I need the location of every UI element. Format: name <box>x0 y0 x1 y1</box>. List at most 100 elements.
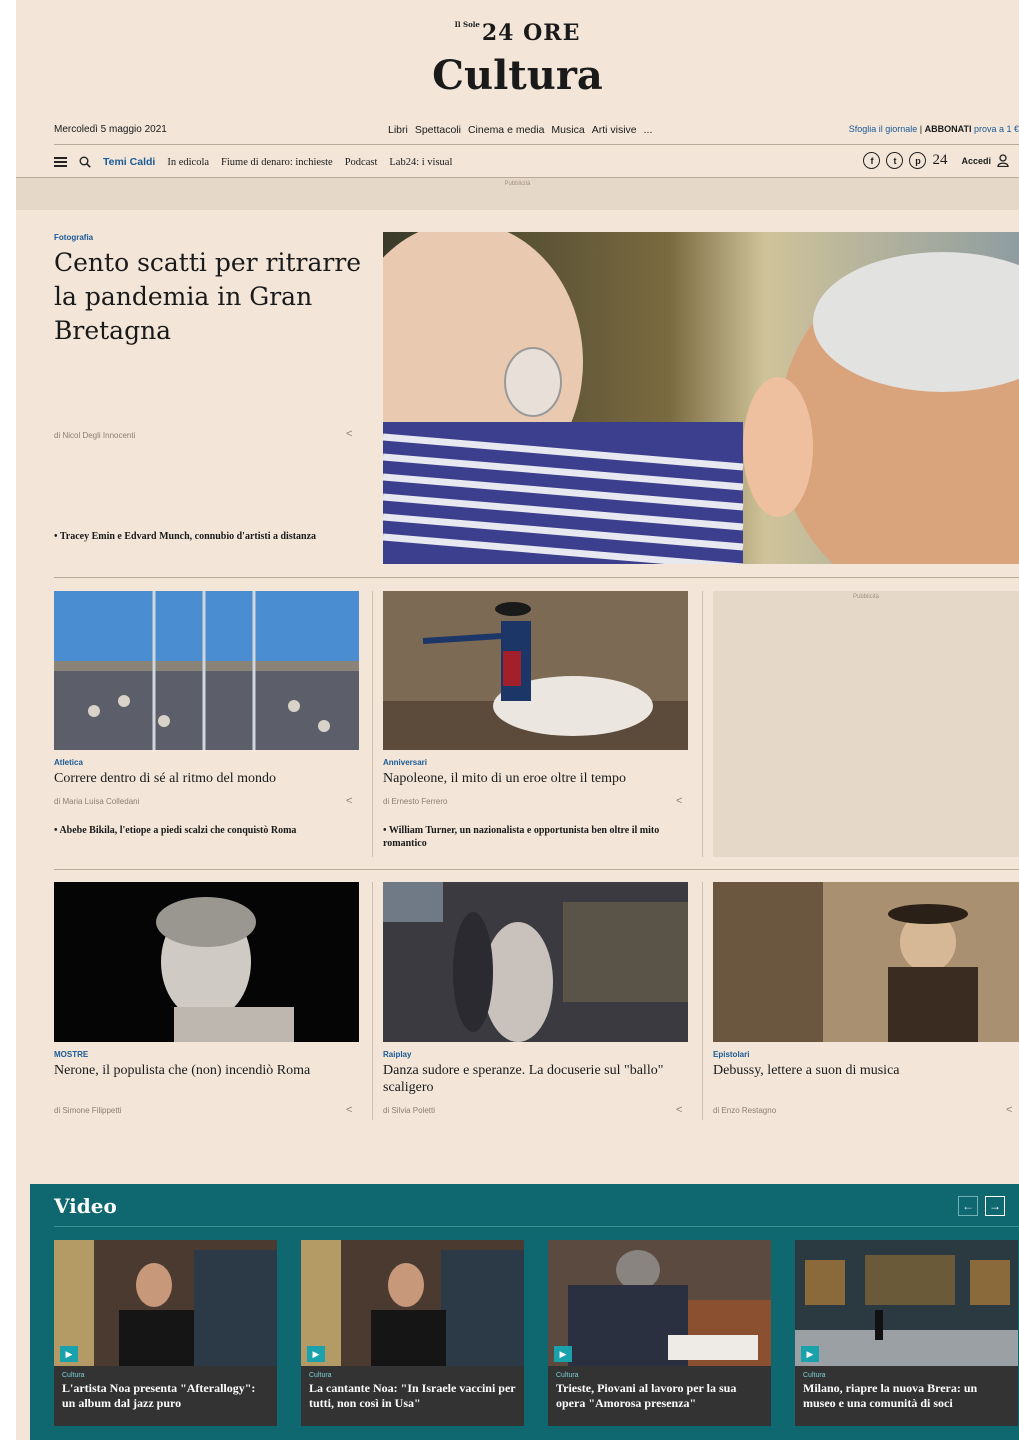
video-title[interactable]: L'artista Noa presenta "Afterallogy": un… <box>62 1381 269 1411</box>
login-link[interactable]: Accedi <box>961 156 991 166</box>
hero-author[interactable]: di Nicol Degli Innocenti <box>54 431 135 440</box>
top-nav: Libri Spettacoli Cinema e media Musica A… <box>388 124 652 136</box>
sub-nav-item-lab24[interactable]: Lab24: i visual <box>389 157 452 168</box>
video-title[interactable]: Trieste, Piovani al lavoro per la sua op… <box>556 1381 763 1411</box>
video-card[interactable]: ▶ Cultura La cantante Noa: "In Israele v… <box>301 1240 524 1426</box>
video-card[interactable]: ▶ Cultura Milano, riapre la nuova Brera:… <box>795 1240 1018 1426</box>
card-title[interactable]: Danza sudore e speranze. La docuserie su… <box>383 1062 683 1096</box>
video-heading: Video <box>54 1194 117 1218</box>
share-icon[interactable]: < <box>346 428 352 440</box>
video-thumbnail[interactable]: ▶ <box>548 1240 771 1366</box>
top-nav-item-libri[interactable]: Libri <box>388 124 408 136</box>
divider <box>54 1226 1019 1227</box>
card-title[interactable]: Nerone, il populista che (non) incendiò … <box>54 1062 364 1079</box>
divider <box>54 869 1019 870</box>
podcast-icon[interactable]: p <box>909 152 927 169</box>
card-author[interactable]: di Ernesto Ferrero <box>383 797 447 806</box>
video-thumbnail[interactable]: ▶ <box>795 1240 1018 1366</box>
video-tag: Cultura <box>556 1372 579 1379</box>
user-icon[interactable] <box>997 154 1009 167</box>
video-text: Cultura Trieste, Piovani al lavoro per l… <box>548 1366 771 1426</box>
subscribe-offer[interactable]: prova a 1 € <box>974 124 1019 134</box>
card-author[interactable]: di Silvia Poletti <box>383 1106 435 1115</box>
search-icon[interactable] <box>79 156 91 168</box>
card-author[interactable]: di Enzo Restagno <box>713 1106 776 1115</box>
share-icon[interactable]: < <box>676 1104 682 1116</box>
card-image-danza[interactable] <box>383 882 688 1042</box>
card-image-napoleone[interactable] <box>383 591 688 750</box>
card-tag[interactable]: Anniversari <box>383 758 427 767</box>
video-title[interactable]: Milano, riapre la nuova Brera: un museo … <box>803 1381 1010 1411</box>
divider <box>54 577 1019 578</box>
top-right-links: Sfoglia il giornale | ABBONATI prova a 1… <box>849 124 1019 134</box>
card-image-atletica[interactable] <box>54 591 359 750</box>
card-tag[interactable]: Raiplay <box>383 1050 411 1059</box>
divider <box>54 144 1019 145</box>
hero-tag[interactable]: Fotografia <box>54 233 93 242</box>
card-title[interactable]: Napoleone, il mito di un eroe oltre il t… <box>383 770 693 787</box>
top-nav-item-arti[interactable]: Arti visive <box>592 124 637 136</box>
page: Il Sole24 ORE Cultura Mercoledì 5 maggio… <box>16 0 1019 1440</box>
hero-related-link[interactable]: • Tracey Emin e Edvard Munch, connubio d… <box>54 530 354 543</box>
hero-related-text: Tracey Emin e Edvard Munch, connubio d'a… <box>59 531 317 542</box>
hot-topics-link[interactable]: Temi Caldi <box>103 156 155 168</box>
video-card[interactable]: ▶ Cultura L'artista Noa presenta "Aftera… <box>54 1240 277 1426</box>
card-image-nerone[interactable] <box>54 882 359 1042</box>
play-icon[interactable]: ▶ <box>307 1346 325 1362</box>
ad-box: Pubblicità <box>713 591 1019 857</box>
top-nav-item-musica[interactable]: Musica <box>551 124 584 136</box>
hero-image[interactable] <box>383 232 1019 564</box>
video-text: Cultura La cantante Noa: "In Israele vac… <box>301 1366 524 1426</box>
social-bar: f t p 24 Accedi <box>863 152 1009 169</box>
video-thumbnail[interactable]: ▶ <box>301 1240 524 1366</box>
section-title[interactable]: Cultura <box>16 52 1019 99</box>
share-icon[interactable]: < <box>676 795 682 807</box>
play-icon[interactable]: ▶ <box>60 1346 78 1362</box>
video-section: Video ← → ▶ Cultura L'artista Noa presen… <box>30 1184 1019 1440</box>
video-title[interactable]: La cantante Noa: "In Israele vaccini per… <box>309 1381 516 1411</box>
video-text: Cultura Milano, riapre la nuova Brera: u… <box>795 1366 1018 1426</box>
card-title[interactable]: Correre dentro di sé al ritmo del mondo <box>54 770 364 787</box>
facebook-icon[interactable]: f <box>863 152 881 169</box>
card-tag[interactable]: Atletica <box>54 758 83 767</box>
card-related-text: Abebe Bikila, l'etiope a piedi scalzi ch… <box>59 825 297 836</box>
card-title[interactable]: Debussy, lettere a suon di musica <box>713 1062 1013 1079</box>
share-icon[interactable]: < <box>346 1104 352 1116</box>
card-related-link[interactable]: • William Turner, un nazionalista e oppo… <box>383 824 683 850</box>
card-author[interactable]: di Simone Filippetti <box>54 1106 122 1115</box>
play-icon[interactable]: ▶ <box>554 1346 572 1362</box>
brand-prefix: Il Sole <box>454 20 480 29</box>
column-divider <box>372 591 373 857</box>
card-related-link[interactable]: • Abebe Bikila, l'etiope a piedi scalzi … <box>54 824 354 837</box>
sub-nav-item-podcast[interactable]: Podcast <box>345 157 378 168</box>
column-divider <box>702 882 703 1120</box>
sub-nav: Temi Caldi In edicola Fiume di denaro: i… <box>54 152 452 172</box>
hero-title[interactable]: Cento scatti per ritrarre la pandemia in… <box>54 246 364 348</box>
card-tag[interactable]: Epistolari <box>713 1050 749 1059</box>
card-tag[interactable]: MOSTRE <box>54 1050 88 1059</box>
video-card[interactable]: ▶ Cultura Trieste, Piovani al lavoro per… <box>548 1240 771 1426</box>
24-logo[interactable]: 24 <box>932 152 947 169</box>
play-icon[interactable]: ▶ <box>801 1346 819 1362</box>
menu-icon[interactable] <box>54 157 67 167</box>
twitter-icon[interactable]: t <box>886 152 904 169</box>
card-author[interactable]: di Maria Luisa Colledani <box>54 797 139 806</box>
top-nav-item-spettacoli[interactable]: Spettacoli <box>415 124 461 136</box>
separator: | <box>919 124 923 134</box>
brand-logo[interactable]: Il Sole24 ORE <box>16 20 1019 46</box>
subscribe-link[interactable]: ABBONATI <box>925 124 972 134</box>
sub-nav-item-fiume[interactable]: Fiume di denaro: inchieste <box>221 157 333 168</box>
video-tag: Cultura <box>309 1372 332 1379</box>
browse-paper-link[interactable]: Sfoglia il giornale <box>849 124 918 134</box>
card-image-debussy[interactable] <box>713 882 1019 1042</box>
top-nav-item-cinema[interactable]: Cinema e media <box>468 124 544 136</box>
sub-nav-item-edicola[interactable]: In edicola <box>167 157 209 168</box>
share-icon[interactable]: < <box>346 795 352 807</box>
video-thumbnail[interactable]: ▶ <box>54 1240 277 1366</box>
top-nav-more[interactable]: ... <box>644 124 653 136</box>
prev-arrow-icon[interactable]: ← <box>958 1196 978 1216</box>
share-icon[interactable]: < <box>1006 1104 1012 1116</box>
ad-label: Pubblicità <box>504 181 531 187</box>
card-related-text: William Turner, un nazionalista e opport… <box>383 825 660 849</box>
next-arrow-icon[interactable]: → <box>985 1196 1005 1216</box>
